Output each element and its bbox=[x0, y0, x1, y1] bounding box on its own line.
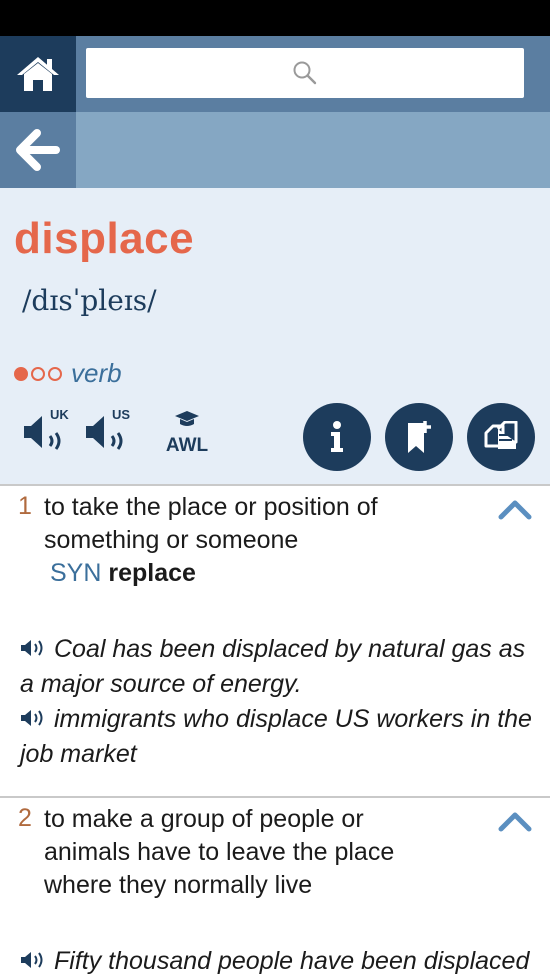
search-icon bbox=[293, 61, 317, 85]
example-line: Fifty thousand people have been displace… bbox=[54, 947, 530, 975]
sense-number: 2 bbox=[18, 804, 32, 832]
sense-definition: to make a group of people or animals hav… bbox=[44, 803, 484, 902]
add-bookmark-button[interactable] bbox=[385, 403, 453, 471]
example-line: a major source of energy. bbox=[20, 670, 302, 699]
example-sentence: immigrants who displace US workers in th… bbox=[20, 702, 540, 771]
example-sentence: Coal has been displaced by natural gas a… bbox=[20, 632, 540, 701]
frequency-and-pos: verb bbox=[14, 358, 122, 389]
definition-line: to take the place or position of bbox=[44, 493, 378, 521]
synonym: SYN replace bbox=[44, 557, 484, 590]
copy-icon bbox=[484, 421, 518, 449]
us-audio-button[interactable]: US bbox=[84, 408, 136, 452]
speaker-small-icon[interactable] bbox=[20, 945, 48, 979]
chevron-up-icon[interactable] bbox=[498, 810, 532, 832]
definition-line: something or someone bbox=[44, 526, 299, 554]
graduation-cap-icon bbox=[175, 411, 199, 426]
search-field[interactable] bbox=[86, 48, 528, 100]
sense-2: 2 to make a group of people or animals h… bbox=[0, 798, 550, 978]
frequency-dot-empty bbox=[48, 366, 62, 381]
example-sentence: Fifty thousand people have been displace… bbox=[20, 944, 540, 979]
headword: displace bbox=[14, 214, 195, 263]
bookmark-add-icon bbox=[408, 421, 431, 453]
home-icon bbox=[17, 57, 59, 91]
entry-header: displace /dɪsˈpleɪs/ verb UK US AWL bbox=[0, 188, 550, 484]
info-icon bbox=[331, 421, 343, 452]
example-line: immigrants who displace US workers in th… bbox=[54, 705, 532, 733]
speaker-small-icon[interactable] bbox=[20, 703, 48, 737]
sense-1: 1 to take the place or position of somet… bbox=[0, 486, 550, 796]
frequency-dot-filled bbox=[14, 366, 28, 381]
part-of-speech: verb bbox=[71, 358, 122, 388]
syn-label: SYN bbox=[50, 559, 102, 587]
definition-line: to make a group of people or bbox=[44, 805, 364, 833]
uk-audio-button[interactable]: UK bbox=[22, 408, 74, 452]
sense-number: 1 bbox=[18, 492, 32, 520]
back-button[interactable] bbox=[0, 112, 76, 188]
sense-definition: to take the place or position of somethi… bbox=[44, 491, 484, 590]
definition-line: animals have to leave the place bbox=[44, 838, 395, 866]
home-button[interactable] bbox=[0, 36, 76, 112]
awl-badge[interactable]: AWL bbox=[160, 410, 214, 457]
nav-bar bbox=[0, 112, 550, 188]
pronunciation: /dɪsˈpleɪs/ bbox=[22, 284, 157, 317]
chevron-up-icon[interactable] bbox=[498, 498, 532, 520]
uk-label: UK bbox=[50, 407, 69, 422]
us-label: US bbox=[112, 407, 131, 422]
copy-button[interactable] bbox=[467, 403, 535, 471]
example-line: job market bbox=[20, 740, 137, 769]
example-line: Coal has been displaced by natural gas a… bbox=[54, 635, 526, 663]
frequency-dot-empty bbox=[31, 366, 45, 381]
definition-line: where they normally live bbox=[44, 871, 313, 899]
top-bar bbox=[0, 36, 550, 112]
awl-label: AWL bbox=[165, 435, 209, 456]
syn-word[interactable]: replace bbox=[108, 559, 196, 587]
status-bar bbox=[0, 0, 550, 36]
speaker-small-icon[interactable] bbox=[20, 633, 48, 667]
back-arrow-icon bbox=[16, 129, 60, 171]
info-button[interactable] bbox=[303, 403, 371, 471]
